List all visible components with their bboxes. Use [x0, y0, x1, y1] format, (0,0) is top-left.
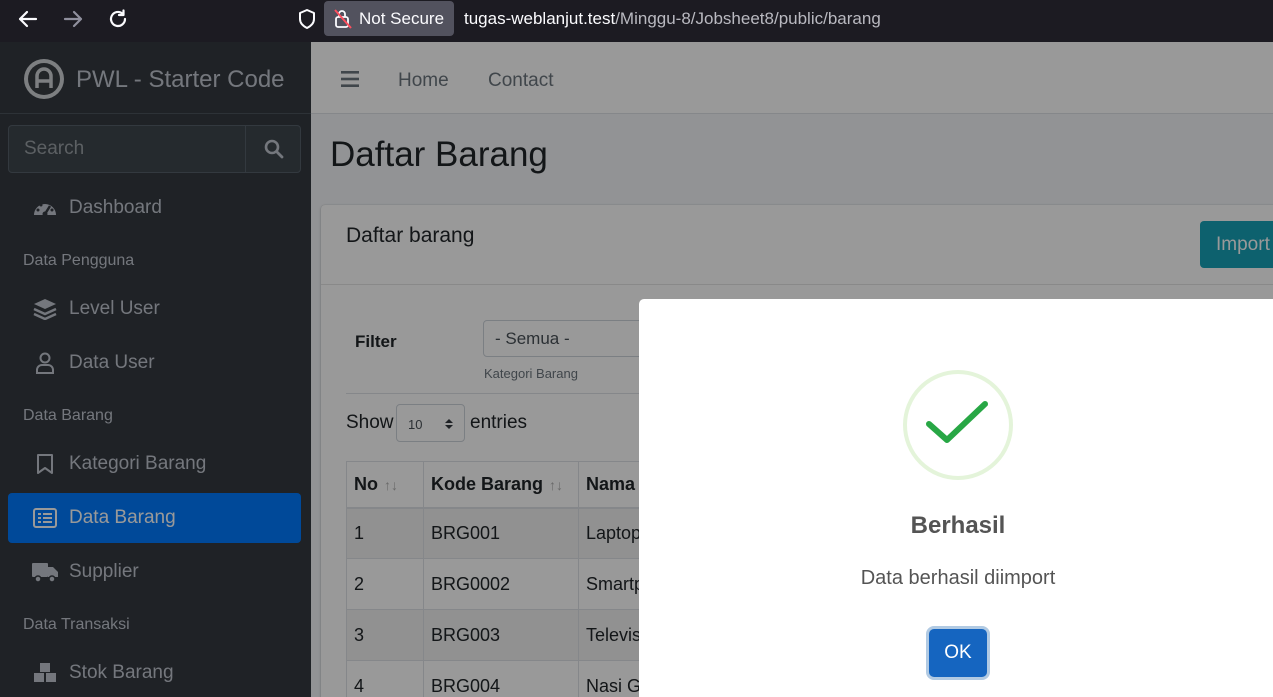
insecure-lock-icon	[334, 8, 352, 29]
success-check-icon	[903, 370, 1013, 480]
back-icon[interactable]	[14, 7, 42, 31]
forward-icon[interactable]	[59, 7, 87, 31]
url-text[interactable]: tugas-weblanjut.test/Minggu-8/Jobsheet8/…	[464, 9, 881, 29]
url-host: tugas-weblanjut.test	[464, 9, 616, 28]
reload-icon[interactable]	[104, 7, 132, 31]
success-dialog: Berhasil Data berhasil diimport OK	[639, 299, 1273, 697]
security-label: Not Secure	[359, 8, 445, 28]
dialog-title: Berhasil	[910, 512, 1006, 539]
shield-icon[interactable]	[297, 8, 317, 35]
ok-button[interactable]: OK	[929, 629, 987, 677]
not-secure-badge[interactable]: Not Secure	[324, 1, 454, 36]
dialog-message: Data berhasil diimport	[860, 567, 1056, 589]
browser-toolbar: Not Secure tugas-weblanjut.test/Minggu-8…	[0, 0, 1273, 42]
url-path: /Minggu-8/Jobsheet8/public/barang	[615, 9, 881, 28]
